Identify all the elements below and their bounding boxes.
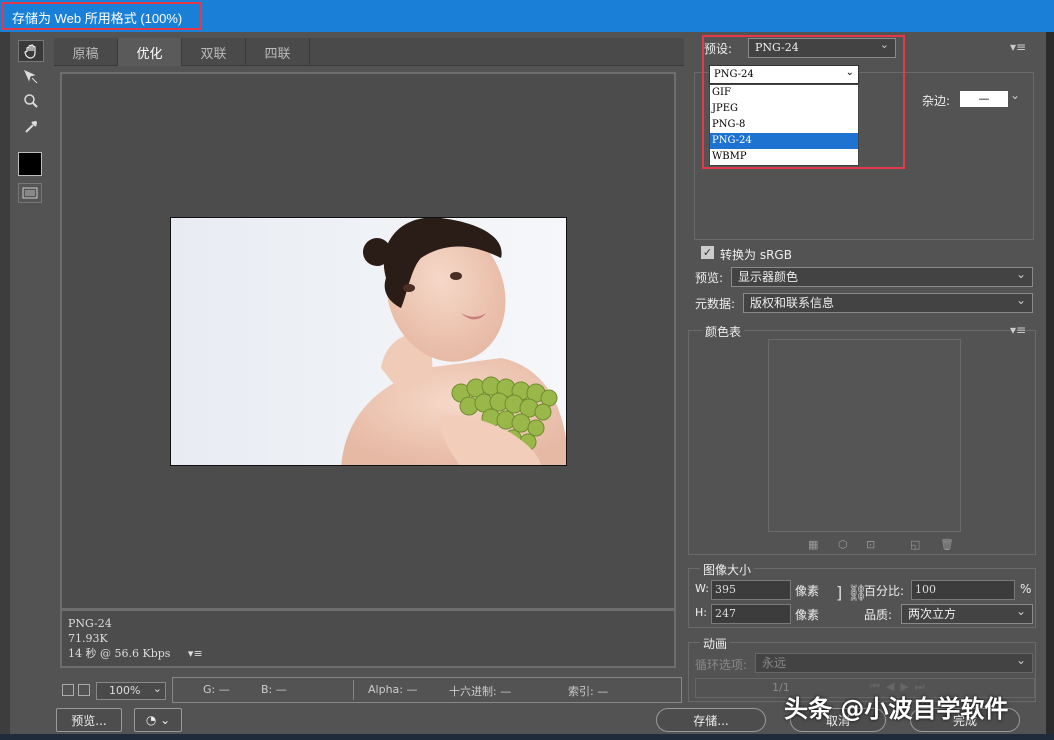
new-color-icon[interactable]: ◱	[910, 538, 920, 551]
zoom-icon[interactable]	[18, 90, 44, 112]
eyedropper-color-swatch[interactable]	[18, 152, 42, 176]
height-input[interactable]: 247	[711, 604, 791, 624]
optimized-info: PNG-24 71.93K 14 秒 @ 56.6 Kbps ▾≡	[60, 610, 676, 668]
percent-label: 百分比:	[864, 584, 905, 598]
color-table-menu-icon[interactable]: ▾≡	[1010, 323, 1026, 337]
tab-2-up[interactable]: 双联	[182, 38, 246, 66]
color-table-area[interactable]	[768, 339, 961, 532]
color-table-label: 颜色表	[702, 323, 745, 340]
watermark: 头条 @小波自学软件	[784, 695, 1009, 723]
metadata-label: 元数据:	[695, 297, 736, 311]
zoom-out-icon[interactable]	[62, 684, 74, 696]
zoom-select[interactable]: 100% ⌄	[96, 682, 166, 700]
animation-label: 动画	[700, 635, 731, 652]
height-label: H:	[695, 606, 707, 619]
green-value: G: —	[203, 683, 230, 696]
percent-unit: %	[1020, 582, 1032, 596]
optimize-menu-icon[interactable]: ▾≡	[1010, 40, 1026, 54]
slice-select-icon[interactable]	[18, 66, 44, 88]
width-input[interactable]: 395	[711, 580, 791, 600]
info-menu-icon[interactable]: ▾≡	[188, 647, 203, 660]
browser-preview-icon[interactable]: ◔ ⌄	[134, 708, 182, 732]
info-download-time: 14 秒 @ 56.6 Kbps ▾≡	[68, 646, 668, 661]
view-tabs: 原稿 优化 双联 四联	[54, 38, 684, 66]
zoom-value: 100%	[109, 684, 141, 697]
chevron-down-icon: ⌄	[152, 682, 162, 695]
width-unit: 像素	[795, 584, 820, 598]
taskbar	[0, 734, 1054, 740]
lock-icon[interactable]: ⊡	[866, 538, 875, 551]
width-label: W:	[695, 582, 709, 595]
divider	[353, 680, 354, 700]
pixel-info-bar: G: — B: — Alpha: — 十六进制: — 索引: —	[172, 677, 682, 703]
hand-icon[interactable]	[18, 40, 44, 62]
preview-button[interactable]: 预览...	[56, 708, 122, 732]
right-edge	[1046, 32, 1054, 740]
hex-value: 十六进制: —	[449, 685, 512, 698]
tab-4-up[interactable]: 四联	[246, 38, 310, 66]
left-edge	[0, 32, 10, 740]
metadata-select[interactable]: 版权和联系信息	[743, 291, 1033, 313]
loop-label: 循环选项:	[695, 658, 748, 672]
quality-select[interactable]: 两次立方	[901, 602, 1033, 624]
format-highlight	[702, 35, 905, 169]
toggle-slices-icon[interactable]	[18, 183, 42, 203]
link-constraint-icon[interactable]: ] ⛓	[836, 583, 868, 602]
info-file-size: 71.93K	[68, 632, 108, 645]
preview-image	[170, 217, 567, 466]
trash-icon[interactable]: 🗑	[940, 538, 954, 551]
eyedropper-icon[interactable]	[18, 116, 44, 138]
preview-select[interactable]: 显示器颜色	[731, 265, 1033, 287]
tab-optimized[interactable]: 优化	[118, 38, 182, 66]
matte-label: 杂边:	[922, 94, 951, 108]
image-size-label: 图像大小	[700, 561, 755, 578]
preview-label: 预览:	[695, 271, 724, 285]
title-highlight	[2, 2, 202, 30]
convert-srgb-checkbox[interactable]: ✓	[701, 246, 714, 259]
height-unit: 像素	[795, 608, 820, 622]
percent-input[interactable]: 100	[911, 580, 1015, 600]
alpha-value: Alpha: —	[368, 683, 418, 696]
index-value: 索引: —	[568, 685, 609, 698]
web-shift-icon[interactable]: ⬡	[838, 538, 848, 551]
matte-swatch[interactable]: —	[960, 91, 1008, 107]
info-time-text: 14 秒 @ 56.6 Kbps	[68, 647, 171, 660]
loop-select[interactable]: 永远	[755, 651, 1033, 673]
blue-value: B: —	[261, 683, 287, 696]
map-transparent-icon[interactable]: ▦	[808, 538, 818, 551]
matte-chevron-icon[interactable]: ⌄	[1010, 88, 1020, 102]
info-format: PNG-24	[68, 617, 112, 630]
quality-label: 品质:	[864, 608, 893, 622]
zoom-in-icon[interactable]	[78, 684, 90, 696]
save-button[interactable]: 存储...	[656, 708, 766, 732]
tab-original[interactable]: 原稿	[54, 38, 118, 66]
convert-srgb-label: 转换为 sRGB	[720, 248, 792, 262]
